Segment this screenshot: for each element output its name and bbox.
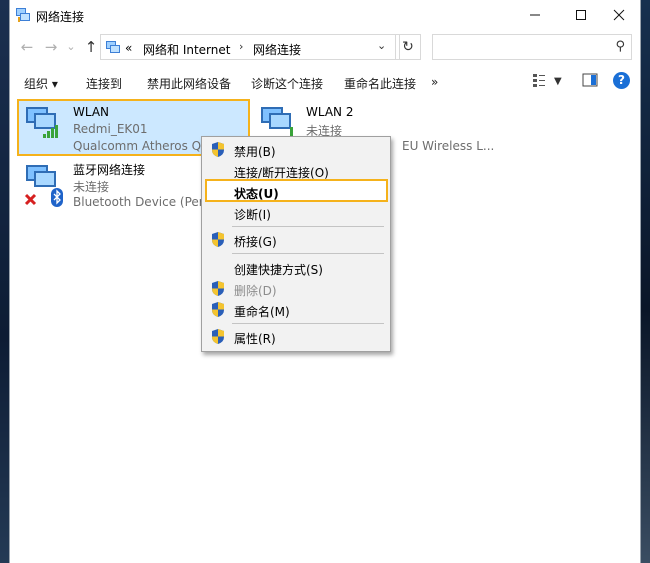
menu-item-rename[interactable]: 重命名(M): [234, 303, 290, 320]
wifi-adapter-icon: [261, 107, 293, 138]
menu-separator: [232, 253, 384, 254]
arrow-up-icon: ↑: [84, 38, 98, 56]
menu-item-properties[interactable]: 属性(R): [234, 330, 276, 347]
context-menu: 禁用(B) 连接/断开连接(O) 状态(U) 诊断(I) 桥接(G) 创建快捷方…: [201, 136, 391, 352]
refresh-icon: ↻: [402, 39, 414, 55]
search-icon: ⚲: [615, 39, 625, 54]
menu-item-connect-disconnect[interactable]: 连接/断开连接(O): [234, 164, 329, 181]
preview-pane-icon: [582, 73, 598, 87]
desktop-background-right: [641, 0, 650, 563]
connection-network: 未连接: [73, 180, 110, 194]
connection-device: Qualcomm Atheros QCA: [73, 139, 203, 153]
minimize-icon: [530, 14, 540, 16]
arrow-right-icon: →: [44, 38, 58, 56]
network-connections-app-icon: [16, 8, 30, 22]
uac-shield-icon: [212, 142, 224, 157]
menu-item-status[interactable]: 状态(U): [234, 185, 279, 202]
command-bar: 组织 ▾ 连接到 禁用此网络设备 诊断这个连接 重命名此连接 » ▼ ?: [10, 67, 640, 97]
menu-item-disable[interactable]: 禁用(B): [234, 143, 276, 160]
recent-locations-button[interactable]: ⌄: [62, 37, 80, 57]
organize-menu[interactable]: 组织 ▾: [24, 75, 58, 92]
uac-shield-icon: [212, 232, 224, 247]
close-button[interactable]: [596, 0, 642, 30]
close-icon: [613, 9, 625, 21]
uac-shield-icon: [212, 302, 224, 317]
uac-shield-icon: [212, 329, 224, 344]
connection-device: Bluetooth Device (Perso: [73, 195, 205, 209]
control-panel-icon: [106, 41, 120, 53]
address-bar[interactable]: « 网络和 Internet › 网络连接 ⌄: [100, 34, 400, 60]
menu-item-highlight: [205, 179, 388, 202]
up-button[interactable]: ↑: [82, 37, 100, 57]
help-button[interactable]: ?: [613, 72, 630, 89]
connection-name: WLAN 2: [306, 105, 354, 119]
uac-shield-icon: [212, 281, 224, 296]
forward-button[interactable]: →: [42, 37, 60, 57]
preview-pane-button[interactable]: [582, 73, 598, 91]
breadcrumb-overflow[interactable]: «: [125, 41, 132, 55]
triangle-down-icon: ▼: [554, 76, 562, 87]
menu-item-diagnose[interactable]: 诊断(I): [234, 206, 271, 223]
breadcrumb-network-internet[interactable]: 网络和 Internet: [143, 41, 230, 58]
window-title: 网络连接: [36, 10, 85, 24]
disable-device-button[interactable]: 禁用此网络设备: [147, 75, 231, 92]
connect-to-button[interactable]: 连接到: [86, 75, 122, 92]
refresh-button[interactable]: ↻: [395, 34, 421, 60]
search-input[interactable]: ⚲: [432, 34, 632, 60]
arrow-left-icon: ←: [20, 38, 34, 56]
title-bar: 网络连接: [10, 0, 640, 30]
back-button[interactable]: ←: [18, 37, 36, 57]
menu-separator: [232, 323, 384, 324]
navigation-bar: ← → ⌄ ↑ « 网络和 Internet › 网络连接 ⌄ ↻ ⚲: [10, 33, 640, 61]
minimize-button[interactable]: [512, 0, 558, 30]
diagnose-connection-button[interactable]: 诊断这个连接: [251, 75, 323, 92]
breadcrumb-network-connections[interactable]: 网络连接: [253, 41, 301, 58]
more-commands-button[interactable]: »: [431, 75, 438, 89]
menu-item-bridge[interactable]: 桥接(G): [234, 233, 277, 250]
address-dropdown-icon[interactable]: ⌄: [377, 39, 386, 52]
wifi-adapter-icon: [26, 107, 58, 138]
bluetooth-adapter-icon: [24, 165, 63, 207]
maximize-icon: [576, 10, 586, 20]
menu-separator: [232, 226, 384, 227]
view-options-icon: [533, 74, 545, 87]
view-dropdown-button[interactable]: ▼: [554, 76, 562, 87]
rename-connection-button[interactable]: 重命名此连接: [344, 75, 416, 92]
chevron-down-icon: ⌄: [66, 40, 76, 53]
connection-name: 蓝牙网络连接: [73, 163, 146, 177]
menu-item-create-shortcut[interactable]: 创建快捷方式(S): [234, 261, 323, 278]
change-view-button[interactable]: [532, 73, 546, 91]
connection-device: EU Wireless L...: [402, 139, 495, 153]
connection-network: Redmi_EK01: [73, 122, 148, 136]
breadcrumb-separator-icon: ›: [239, 40, 244, 53]
menu-item-delete: 删除(D): [234, 284, 277, 298]
desktop-background-left: [0, 0, 9, 563]
connection-name: WLAN: [73, 105, 110, 119]
